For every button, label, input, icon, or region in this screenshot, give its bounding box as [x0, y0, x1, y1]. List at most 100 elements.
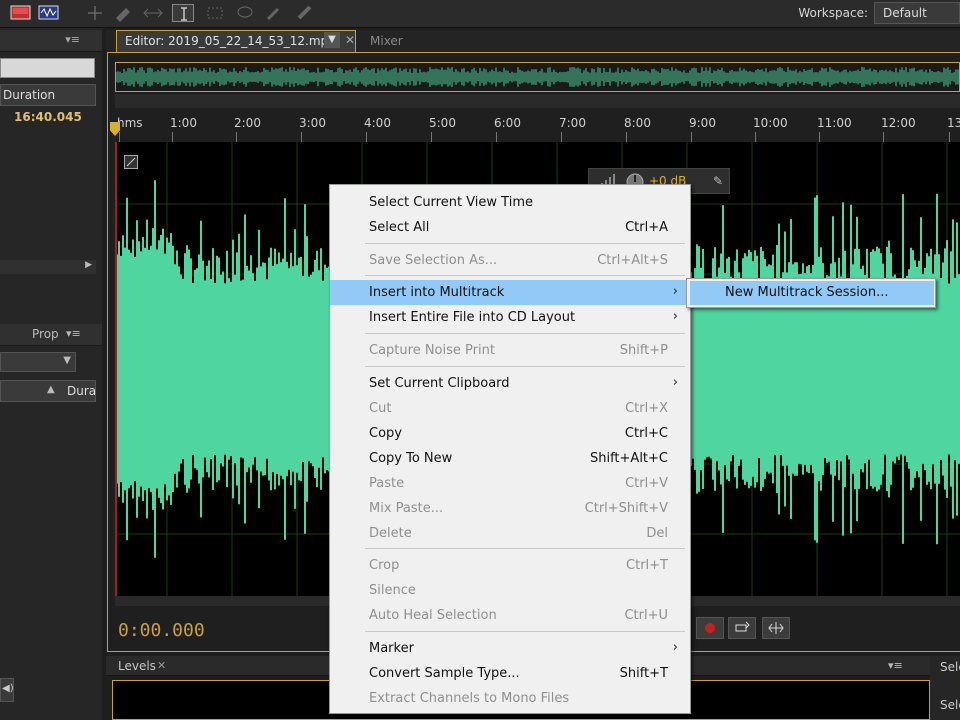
timeline-tick-mark: [626, 132, 627, 142]
tab-mixer[interactable]: Mixer: [370, 34, 403, 48]
selection-panel-tab[interactable]: Sele: [940, 660, 960, 674]
spot-healing-tool-icon[interactable]: [294, 4, 316, 22]
properties-dropdown[interactable]: ▼: [0, 352, 76, 372]
timeline-tick-mark: [431, 132, 432, 142]
timeline-ruler[interactable]: hms 1:00 2:00 3:00 4:00 5:00 6:00 7:00 8:00 9:00 1…: [115, 112, 960, 142]
menu-item-copy-to-new[interactable]: Copy To New Shift+Alt+C: [330, 446, 690, 471]
menu-item-label: Paste: [369, 476, 405, 491]
menu-item-extract-channels-to-mono-files: Extract Channels to Mono Files: [330, 686, 690, 711]
menu-item-convert-sample-type[interactable]: Convert Sample Type... Shift+T: [330, 661, 690, 686]
skip-selection-button[interactable]: [762, 617, 790, 639]
new-multitrack-session-item[interactable]: New Multitrack Session...: [690, 281, 934, 305]
pin-icon[interactable]: ✎: [713, 174, 723, 188]
menu-item-shortcut: Ctrl+A: [625, 220, 668, 235]
marquee-tool-icon[interactable]: [204, 4, 226, 22]
playhead-line: [115, 142, 117, 596]
menu-item-label: Marker: [369, 641, 414, 656]
menu-item-label: Delete: [369, 526, 412, 541]
tab-levels[interactable]: Levels: [118, 659, 156, 673]
timeline-tick-mark: [819, 132, 820, 142]
timeline-tick-label: 7:00: [559, 116, 586, 130]
timeline-tick-label: 3:00: [299, 116, 326, 130]
menu-item-label: Cut: [369, 401, 392, 416]
timeline-tick-label: 9:00: [689, 116, 716, 130]
timeline-tick-label: 1:00: [170, 116, 197, 130]
new-multitrack-session-label: New Multitrack Session...: [725, 285, 889, 300]
channel-toggle-icon[interactable]: [124, 155, 138, 169]
menu-item-copy[interactable]: Copy Ctrl+C: [330, 421, 690, 446]
menu-item-select-current-view-time[interactable]: Select Current View Time: [330, 190, 690, 215]
properties-panel-header: Prop ▾≡: [0, 324, 102, 346]
menu-item-paste: Paste Ctrl+V: [330, 471, 690, 496]
brush-tool-icon[interactable]: [264, 4, 286, 22]
menu-item-label: Select Current View Time: [369, 195, 533, 210]
timeline-tick-mark: [366, 132, 367, 142]
timeline-tick-mark: [691, 132, 692, 142]
menu-item-shortcut: Ctrl+U: [624, 608, 668, 623]
files-search-field[interactable]: [0, 58, 95, 78]
selection-panel: Sele Sele: [930, 656, 960, 720]
zoom-navigator[interactable]: [115, 94, 960, 108]
menu-item-label: Capture Noise Print: [369, 343, 495, 358]
panel-menu-icon[interactable]: ▾≡: [888, 659, 903, 672]
menu-item-label: Mix Paste...: [369, 501, 444, 516]
menu-item-label: Set Current Clipboard: [369, 376, 510, 391]
tab-properties[interactable]: Prop: [32, 327, 59, 341]
menu-item-silence: Silence: [330, 578, 690, 603]
waveform-view-icon[interactable]: [10, 4, 32, 22]
time-readout: 0:00.000: [118, 620, 205, 641]
files-panel-header: ▾≡: [0, 30, 102, 52]
timeline-tick-mark: [755, 132, 756, 142]
menu-item-select-all[interactable]: Select All Ctrl+A: [330, 215, 690, 240]
waveform-overview[interactable]: [115, 62, 960, 92]
menu-item-shortcut: Shift+T: [619, 666, 668, 681]
menu-item-insert-into-multitrack[interactable]: Insert into Multitrack ›: [330, 280, 690, 305]
close-tab-icon[interactable]: ✕: [345, 33, 355, 47]
menu-separator: [365, 366, 685, 367]
time-selection-tool-icon[interactable]: [172, 4, 194, 22]
timeline-tick-mark: [561, 132, 562, 142]
timeline-tick-label: 11:00: [817, 116, 852, 130]
timeline-tick-mark: [949, 132, 950, 142]
menu-item-shortcut: Ctrl+T: [626, 558, 668, 573]
duration-col-label: Dura: [67, 384, 97, 398]
menu-item-marker[interactable]: Marker ›: [330, 636, 690, 661]
left-panel: ▾≡ Duration 16:40.045 ▶ Prop ▾≡ ▼ ▲ Dura…: [0, 28, 102, 720]
close-levels-icon[interactable]: ✕: [157, 659, 166, 672]
file-dropdown-icon[interactable]: ▼: [324, 32, 340, 48]
workspace-value: Default: [883, 6, 927, 20]
lasso-tool-icon[interactable]: [234, 4, 256, 22]
scroll-right-arrow-icon[interactable]: ▶: [85, 260, 92, 270]
timeline-tick-label: 13: [947, 116, 960, 130]
timeline-tick-label: 12:00: [881, 116, 916, 130]
files-hscroll[interactable]: ▶: [0, 260, 96, 274]
duration-column-header[interactable]: Duration: [0, 84, 96, 106]
record-button[interactable]: [696, 617, 724, 639]
timeline-tick-mark: [119, 132, 120, 142]
sort-up-icon: ▲: [47, 384, 55, 395]
menu-item-label: Save Selection As...: [369, 253, 498, 268]
razor-tool-icon[interactable]: [112, 4, 134, 22]
menu-item-set-current-clipboard[interactable]: Set Current Clipboard ›: [330, 371, 690, 396]
menu-item-label: Copy: [369, 426, 402, 441]
menu-item-shortcut: Shift+Alt+C: [589, 451, 668, 466]
timeline-tick-mark: [236, 132, 237, 142]
overview-waveform: [115, 67, 959, 87]
multitrack-view-icon[interactable]: [38, 4, 60, 22]
panel-menu-icon[interactable]: ▾≡: [66, 327, 81, 340]
timeline-tick-label: 5:00: [429, 116, 456, 130]
chevron-down-icon: ▼: [63, 355, 71, 366]
menu-item-insert-entire-file-into-cd-layout[interactable]: Insert Entire File into CD Layout ›: [330, 305, 690, 330]
speaker-button[interactable]: ◀): [0, 678, 14, 702]
timeline-tick-label: 10:00: [753, 116, 788, 130]
top-toolbar: Workspace: Default: [0, 0, 960, 28]
workspace-select[interactable]: Default: [874, 2, 960, 24]
panel-menu-icon[interactable]: ▾≡: [65, 33, 80, 46]
menu-item-save-selection-as: Save Selection As... Ctrl+Alt+S: [330, 248, 690, 273]
speaker-icon: ◀): [2, 683, 14, 694]
properties-column-header[interactable]: ▲ Dura: [0, 380, 96, 402]
menu-item-auto-heal-selection: Auto Heal Selection Ctrl+U: [330, 603, 690, 628]
loop-button[interactable]: [728, 617, 756, 639]
slip-tool-icon[interactable]: [142, 4, 164, 22]
move-tool-icon[interactable]: [84, 4, 106, 22]
